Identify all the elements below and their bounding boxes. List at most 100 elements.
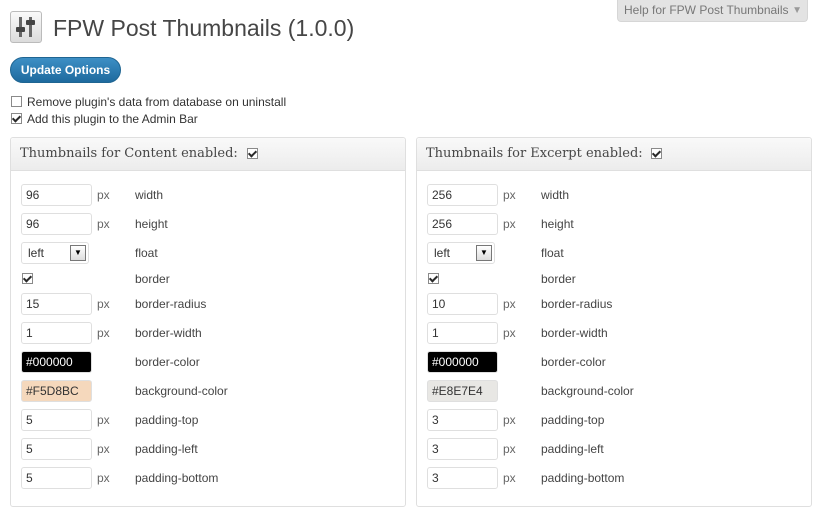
- excerpt-border-width-input[interactable]: 1: [427, 322, 498, 344]
- excerpt-padding-bottom-input[interactable]: 3: [427, 467, 498, 489]
- unit-label: px: [97, 297, 110, 311]
- content-width-row: 96 px width: [11, 184, 405, 206]
- content-border-width-row: 1 px border-width: [11, 322, 405, 344]
- content-border-radius-row: 15 px border-radius: [11, 293, 405, 315]
- content-padding-top-row: 5 px padding-top: [11, 409, 405, 431]
- content-border-color-input[interactable]: #000000: [21, 351, 92, 373]
- content-thumbnails-panel: Thumbnails for Content enabled: 96 px wi…: [10, 137, 406, 507]
- padding-bottom-label: padding-bottom: [541, 471, 625, 485]
- border-label: border: [541, 272, 576, 286]
- excerpt-width-row: 256 px width: [417, 184, 811, 206]
- width-label: width: [541, 188, 570, 202]
- unit-label: px: [503, 471, 516, 485]
- content-background-color-input[interactable]: #F5D8BC: [21, 380, 92, 402]
- border-radius-label: border-radius: [135, 297, 207, 311]
- unit-label: px: [503, 326, 516, 340]
- content-enabled-checkbox[interactable]: [247, 148, 258, 159]
- excerpt-border-color-row: #000000 border-color: [417, 351, 811, 373]
- unit-label: px: [503, 217, 516, 231]
- excerpt-background-color-input[interactable]: #E8E7E4: [427, 380, 498, 402]
- content-border-color-row: #000000 border-color: [11, 351, 405, 373]
- excerpt-enabled-checkbox[interactable]: [651, 148, 662, 159]
- unit-label: px: [97, 217, 110, 231]
- update-options-button[interactable]: Update Options: [10, 57, 121, 83]
- content-panel-header: Thumbnails for Content enabled:: [11, 138, 405, 171]
- excerpt-padding-left-input[interactable]: 3: [427, 438, 498, 460]
- content-padding-bottom-input[interactable]: 5: [21, 467, 92, 489]
- height-label: height: [541, 217, 574, 231]
- content-height-input[interactable]: 96: [21, 213, 92, 235]
- height-label: height: [135, 217, 168, 231]
- background-color-label: background-color: [135, 384, 228, 398]
- content-border-radius-input[interactable]: 15: [21, 293, 92, 315]
- excerpt-border-radius-row: 10 px border-radius: [417, 293, 811, 315]
- content-padding-bottom-row: 5 px padding-bottom: [11, 467, 405, 489]
- excerpt-width-input[interactable]: 256: [427, 184, 498, 206]
- excerpt-padding-top-row: 3 px padding-top: [417, 409, 811, 431]
- unit-label: px: [97, 471, 110, 485]
- unit-label: px: [503, 413, 516, 427]
- background-color-label: background-color: [541, 384, 634, 398]
- excerpt-background-color-row: #E8E7E4 background-color: [417, 380, 811, 402]
- width-label: width: [135, 188, 164, 202]
- excerpt-panel-title: Thumbnails for Excerpt enabled:: [426, 146, 643, 161]
- excerpt-padding-top-input[interactable]: 3: [427, 409, 498, 431]
- remove-data-label: Remove plugin's data from database on un…: [27, 95, 287, 109]
- excerpt-border-checkbox[interactable]: [428, 273, 439, 284]
- settings-sliders-icon: [10, 11, 42, 43]
- excerpt-thumbnails-panel: Thumbnails for Excerpt enabled: 256 px w…: [416, 137, 812, 507]
- unit-label: px: [97, 442, 110, 456]
- unit-label: px: [97, 188, 110, 202]
- float-label: float: [541, 246, 564, 260]
- excerpt-border-row: border: [417, 272, 811, 294]
- unit-label: px: [503, 442, 516, 456]
- content-border-row: border: [11, 272, 405, 294]
- dropdown-arrow-icon: ▼: [476, 245, 492, 261]
- padding-left-label: padding-left: [135, 442, 198, 456]
- excerpt-float-value: left: [434, 246, 451, 260]
- admin-bar-label: Add this plugin to the Admin Bar: [27, 112, 198, 126]
- help-tab[interactable]: Help for FPW Post Thumbnails ▼: [617, 0, 808, 22]
- content-float-select[interactable]: left ▼: [21, 242, 89, 264]
- unit-label: px: [503, 188, 516, 202]
- excerpt-float-select[interactable]: left ▼: [427, 242, 495, 264]
- border-radius-label: border-radius: [541, 297, 613, 311]
- dropdown-arrow-icon: ▼: [70, 245, 86, 261]
- padding-bottom-label: padding-bottom: [135, 471, 219, 485]
- border-color-label: border-color: [135, 355, 200, 369]
- excerpt-panel-header: Thumbnails for Excerpt enabled:: [417, 138, 811, 171]
- excerpt-padding-left-row: 3 px padding-left: [417, 438, 811, 460]
- help-tab-label: Help for FPW Post Thumbnails: [624, 3, 789, 17]
- content-padding-left-row: 5 px padding-left: [11, 438, 405, 460]
- unit-label: px: [97, 326, 110, 340]
- content-width-input[interactable]: 96: [21, 184, 92, 206]
- excerpt-height-input[interactable]: 256: [427, 213, 498, 235]
- border-width-label: border-width: [541, 326, 608, 340]
- content-height-row: 96 px height: [11, 213, 405, 235]
- unit-label: px: [97, 413, 110, 427]
- excerpt-height-row: 256 px height: [417, 213, 811, 235]
- excerpt-border-radius-input[interactable]: 10: [427, 293, 498, 315]
- border-width-label: border-width: [135, 326, 202, 340]
- content-border-width-input[interactable]: 1: [21, 322, 92, 344]
- excerpt-border-color-input[interactable]: #000000: [427, 351, 498, 373]
- content-background-color-row: #F5D8BC background-color: [11, 380, 405, 402]
- float-label: float: [135, 246, 158, 260]
- content-border-checkbox[interactable]: [22, 273, 33, 284]
- content-padding-left-input[interactable]: 5: [21, 438, 92, 460]
- border-label: border: [135, 272, 170, 286]
- page-title: FPW Post Thumbnails (1.0.0): [53, 15, 355, 41]
- padding-top-label: padding-top: [541, 413, 605, 427]
- excerpt-float-row: left ▼ float: [417, 242, 811, 264]
- content-padding-top-input[interactable]: 5: [21, 409, 92, 431]
- chevron-down-icon: ▼: [792, 5, 802, 16]
- remove-data-checkbox[interactable]: [11, 96, 22, 107]
- admin-bar-checkbox[interactable]: [11, 113, 22, 124]
- unit-label: px: [503, 297, 516, 311]
- excerpt-border-width-row: 1 px border-width: [417, 322, 811, 344]
- content-float-row: left ▼ float: [11, 242, 405, 264]
- content-float-value: left: [28, 246, 45, 260]
- padding-top-label: padding-top: [135, 413, 199, 427]
- border-color-label: border-color: [541, 355, 606, 369]
- content-panel-title: Thumbnails for Content enabled:: [20, 146, 238, 161]
